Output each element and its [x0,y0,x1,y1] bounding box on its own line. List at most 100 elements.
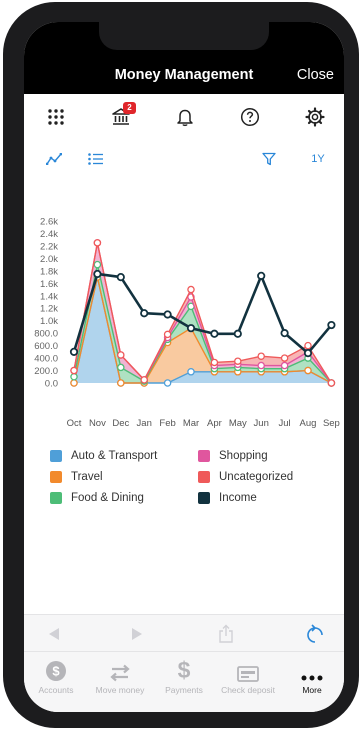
y-tick-label: 2.0k [40,254,58,265]
y-tick-label: 2.2k [40,241,58,252]
x-tick-label: Nov [89,418,106,429]
legend-item: Travel [50,471,103,483]
x-tick-label: Feb [159,418,175,429]
share-icon[interactable] [211,615,241,652]
y-tick-label: 800.0 [34,329,58,340]
data-point [117,351,125,359]
income-point [186,324,196,333]
data-point [280,361,289,370]
more-dots-icon [301,675,323,681]
income-point [280,329,289,338]
data-point [140,376,148,384]
gear-icon[interactable] [300,94,330,140]
legend-label: Income [219,492,257,504]
phone-frame: Money Management Close 2 1Y 0.0 200.0 40… [3,2,359,728]
data-point [257,361,265,370]
data-point [187,285,195,294]
tab-check-deposit[interactable]: Check deposit [216,652,280,702]
line-chart-icon[interactable] [44,146,64,172]
y-tick-label: 1.6k [40,279,58,290]
legend-label: Travel [71,471,103,483]
svg-text:$: $ [52,664,60,679]
legend-swatch [50,471,62,483]
data-point [70,366,78,375]
tab-payments[interactable]: $ Payments [152,652,216,702]
y-tick-label: 1.2k [40,304,58,315]
dollar-sign-icon: $ [178,658,191,682]
data-point [304,341,312,350]
refresh-icon[interactable] [300,615,330,652]
income-point [257,271,266,280]
data-point [257,352,265,360]
data-point [93,239,102,247]
legend-label: Uncategorized [219,471,294,483]
x-tick-label: May [229,418,247,429]
x-tick-label: Sep [323,418,340,429]
tab-accounts[interactable]: $ Accounts [24,652,88,702]
bank-icon[interactable]: 2 [106,94,136,140]
x-tick-label: Jul [279,418,291,429]
spending-income-chart: 0.0 200.0400.0 600.0800.0 1.0k1.2k 1.4k1.6k 1… [34,217,340,429]
legend-swatch [198,450,210,462]
tab-move-money[interactable]: Move money [88,652,152,702]
data-point [117,363,125,372]
y-tick-label: 2.4k [40,229,58,240]
data-point [70,373,78,381]
help-icon[interactable] [235,94,265,140]
back-arrow-icon[interactable] [39,615,69,652]
y-tick-label: 1.0k [40,316,58,327]
browser-nav-bar [24,614,344,651]
tab-label: Move money [95,685,145,695]
data-point [70,379,78,387]
income-point [140,309,149,318]
legend-swatch [198,492,210,504]
legend-label: Food & Dining [71,492,144,504]
tab-more[interactable]: More [280,652,344,702]
y-tick-label: 1.8k [40,266,58,277]
bell-icon[interactable] [170,94,200,140]
legend-label: Shopping [219,450,268,462]
data-point [117,379,125,387]
x-tick-label: Oct [67,418,82,429]
legend-item: Auto & Transport [50,450,157,462]
legend-item: Shopping [198,450,268,462]
time-range-button[interactable]: 1Y [306,146,330,172]
chart-options-bar: 1Y [24,146,344,176]
income-point [303,348,313,358]
forward-arrow-icon[interactable] [122,615,152,652]
x-tick-label: Mar [183,418,199,429]
y-tick-label: 1.4k [40,291,58,302]
filter-icon[interactable] [259,146,279,172]
data-point [93,260,102,269]
tab-label: More [302,685,322,695]
data-point [163,379,172,387]
legend-swatch [50,492,62,504]
check-card-icon [237,666,259,682]
x-tick-label: Jun [254,418,269,429]
transfer-arrows-icon [110,664,130,682]
y-tick-label: 400.0 [34,354,58,365]
data-point [304,366,312,375]
grid-icon[interactable] [41,94,71,140]
legend-item: Uncategorized [198,471,293,483]
y-tick-label: 0.0 [45,379,58,390]
income-point [163,310,172,319]
income-point [93,269,102,279]
device-notch [99,22,269,50]
data-point [163,330,172,339]
app-header: Money Management Close [24,22,344,94]
legend-swatch [198,471,210,483]
close-button[interactable]: Close [297,67,334,83]
data-point [210,358,219,367]
income-point [116,272,125,282]
legend-swatch [50,450,62,462]
legend-item: Food & Dining [50,492,144,504]
legend-item: Income [198,492,257,504]
list-view-icon[interactable] [86,146,106,172]
y-tick-label: 2.6k [40,217,58,228]
notification-badge: 2 [123,102,136,114]
app-screen: Money Management Close 2 1Y 0.0 200.0 40… [24,22,344,712]
x-tick-label: Jan [137,418,152,429]
income-point [233,329,242,338]
y-tick-label: 600.0 [34,341,58,352]
